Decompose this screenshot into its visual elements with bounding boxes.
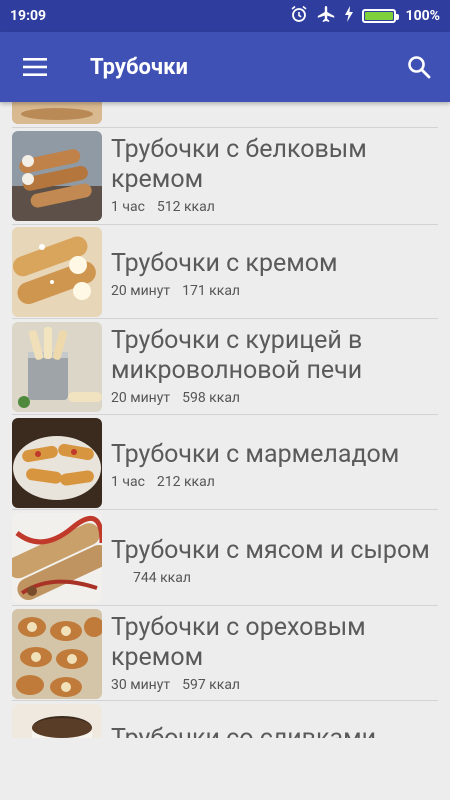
charging-icon: [344, 6, 354, 26]
list-divider: [12, 605, 438, 606]
recipe-calories: 512 ккал: [156, 199, 215, 215]
list-divider: [12, 509, 438, 510]
list-item[interactable]: Трубочки с курицей в микроволновой печи …: [0, 320, 450, 415]
airplane-mode-icon: [316, 5, 336, 27]
list-item[interactable]: Трубочки с белковым кремом 1 час 512 ккал: [0, 129, 450, 225]
recipe-name: Трубочки с белковым кремом: [111, 135, 367, 194]
recipe-thumbnail: [12, 609, 102, 699]
recipe-name: Трубочки с курицей в микроволновой печи: [111, 326, 363, 385]
list-item[interactable]: Трубочки со сливками: [0, 702, 450, 738]
status-bar: 19:09 100%: [0, 0, 450, 32]
recipe-time: 30 минут: [111, 677, 171, 693]
recipe-thumbnail: [12, 322, 102, 412]
recipe-thumbnail: [12, 227, 102, 317]
list-divider: [12, 700, 438, 701]
recipe-time: 20 минут: [111, 390, 171, 406]
recipe-name: Трубочки со сливками: [111, 724, 440, 738]
recipe-list[interactable]: Трубочки с белковым кремом 1 час 512 ккал…: [0, 102, 450, 738]
list-divider: [12, 318, 438, 319]
search-button[interactable]: [388, 32, 450, 102]
battery-level: [364, 12, 393, 20]
recipe-thumbnail: [12, 131, 102, 221]
menu-button[interactable]: [0, 32, 70, 102]
recipe-time: 20 минут: [111, 283, 171, 299]
recipe-thumbnail: [12, 513, 102, 603]
status-time: 19:09: [10, 8, 47, 24]
recipe-calories: 597 ккал: [182, 677, 241, 693]
page-title: Трубочки: [90, 54, 188, 80]
hamburger-menu-icon: [23, 58, 47, 76]
list-divider: [12, 414, 438, 415]
list-item[interactable]: Трубочки с кремом 20 минут 171 ккал: [0, 225, 450, 321]
list-item[interactable]: Трубочки с ореховым кремом 30 минут 597 к…: [0, 607, 450, 703]
app-bar: Трубочки: [0, 32, 450, 102]
recipe-time: 1 час: [111, 474, 145, 490]
recipe-thumbnail: [12, 704, 102, 738]
recipe-calories: 171 ккал: [182, 283, 241, 299]
battery-indicator: 100%: [361, 8, 440, 24]
list-item[interactable]: Трубочки с мясом и сыром 744 ккал: [0, 511, 450, 607]
list-item[interactable]: Трубочки с мармеладом 1 час 212 ккал: [0, 416, 450, 510]
recipe-calories: 212 ккал: [156, 474, 215, 490]
search-icon: [408, 56, 431, 79]
recipe-name: Трубочки с мармеладом: [111, 440, 400, 469]
recipe-thumbnail: [12, 102, 102, 124]
recipe-time: 1 час: [111, 199, 145, 215]
battery-icon: [361, 9, 399, 23]
status-icons: 100%: [290, 5, 440, 27]
list-item-partial[interactable]: [0, 102, 450, 126]
list-divider: [12, 127, 438, 128]
recipe-calories: 744 ккал: [133, 570, 191, 586]
recipe-name: Трубочки с мясом и сыром: [111, 536, 430, 565]
recipe-calories: 598 ккал: [182, 390, 241, 406]
recipe-name: Трубочки с ореховым кремом: [111, 613, 366, 672]
recipe-name: Трубочки с кремом: [111, 249, 338, 278]
battery-percent: 100%: [405, 8, 440, 24]
alarm-icon: [290, 5, 308, 27]
recipe-thumbnail: [12, 418, 102, 508]
bottom-blank-area: [0, 738, 450, 800]
